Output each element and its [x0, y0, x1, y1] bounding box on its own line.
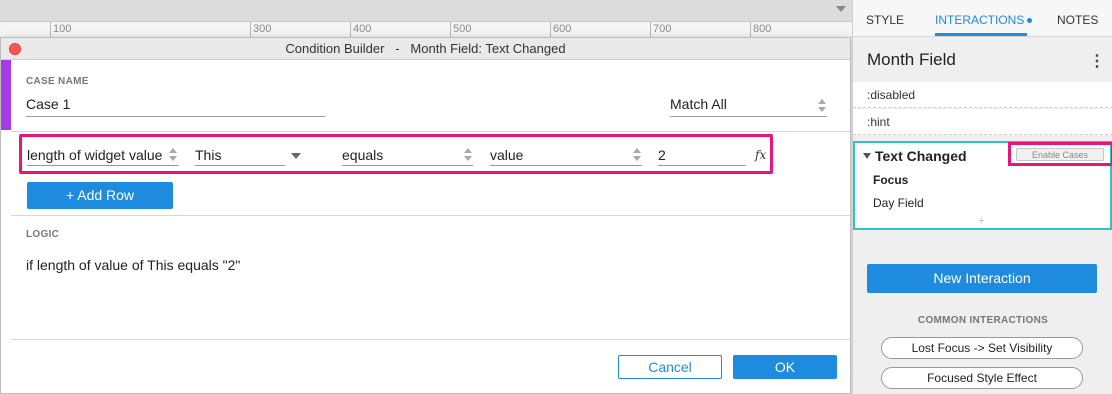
- state-label: :hint: [867, 115, 890, 129]
- state-row-disabled[interactable]: :disabled: [853, 82, 1112, 108]
- horizontal-ruler: 100 300 400 500 600 700 800: [0, 22, 852, 38]
- logic-label: LOGIC: [26, 229, 60, 240]
- enable-cases-button[interactable]: Enable Cases: [1016, 148, 1104, 161]
- close-window-button[interactable]: [9, 43, 21, 55]
- select-updown-icon: [169, 147, 177, 163]
- ruler-label: 300: [253, 23, 272, 35]
- ruler-label: 700: [653, 23, 672, 35]
- case-name-label: CASE NAME: [26, 76, 89, 87]
- enable-cases-highlight: Enable Cases: [1008, 142, 1112, 166]
- ruler-tick: [750, 22, 751, 37]
- interaction-text-changed: Text Changed Enable Cases Focus Day Fiel…: [853, 141, 1112, 230]
- condition-operator-select[interactable]: equals: [342, 146, 473, 166]
- more-options-icon[interactable]: ⋮: [1089, 51, 1105, 71]
- condition-type-value: value: [490, 147, 524, 163]
- condition-type-select[interactable]: value: [490, 146, 642, 166]
- collapse-triangle-icon[interactable]: [863, 153, 871, 159]
- condition-value-input[interactable]: 2: [658, 146, 746, 166]
- case-name-input[interactable]: Case 1: [26, 96, 325, 117]
- condition-row: length of widget value This equals value…: [19, 134, 773, 174]
- tab-style[interactable]: STYLE: [866, 13, 904, 27]
- divider: [11, 131, 850, 132]
- unsaved-dot-icon: [1027, 18, 1033, 24]
- fx-icon[interactable]: fx: [755, 148, 766, 162]
- ruler-label: 600: [553, 23, 572, 35]
- ruler-label: 400: [353, 23, 372, 35]
- condition-builder-dialog: Condition Builder - Month Field: Text Ch…: [0, 37, 851, 394]
- divider: [11, 339, 850, 340]
- state-label: :disabled: [867, 88, 916, 102]
- tab-notes[interactable]: NOTES: [1057, 13, 1098, 27]
- match-select[interactable]: Match All: [670, 96, 827, 117]
- ruler-tick: [550, 22, 551, 37]
- case-name-value: Case 1: [26, 96, 71, 112]
- condition-widget-select[interactable]: This: [195, 146, 285, 166]
- condition-operator-value: equals: [342, 147, 384, 163]
- dropdown-caret-icon: [291, 153, 301, 159]
- ok-button[interactable]: OK: [733, 355, 837, 379]
- select-updown-icon: [633, 147, 641, 163]
- dialog-titlebar: Condition Builder - Month Field: Text Ch…: [1, 38, 850, 60]
- case-accent-bar: [1, 60, 11, 130]
- panel-tabs: STYLE INTERACTIONS NOTES: [853, 0, 1112, 37]
- canvas-toolbar: [0, 0, 852, 22]
- common-interaction-button[interactable]: Focused Style Effect: [881, 367, 1083, 389]
- cancel-button[interactable]: Cancel: [618, 355, 722, 379]
- logic-text: if length of value of This equals "2": [26, 257, 241, 273]
- select-updown-icon: [464, 147, 472, 163]
- event-title[interactable]: Text Changed: [875, 148, 967, 164]
- state-row-hint[interactable]: :hint: [853, 109, 1112, 135]
- common-interaction-button[interactable]: Lost Focus -> Set Visibility: [881, 337, 1083, 359]
- cancel-label: Cancel: [648, 359, 692, 375]
- tab-interactions-label: INTERACTIONS: [935, 13, 1025, 27]
- match-select-value: Match All: [670, 96, 727, 112]
- add-row-label: + Add Row: [65, 187, 135, 203]
- new-interaction-label: New Interaction: [933, 270, 1031, 286]
- ruler-tick: [250, 22, 251, 37]
- ruler-label: 100: [53, 23, 72, 35]
- condition-value: 2: [658, 147, 666, 163]
- divider: [11, 215, 850, 216]
- tab-interactions[interactable]: INTERACTIONS: [935, 13, 1033, 27]
- ruler-label: 800: [753, 23, 772, 35]
- condition-widget-value: This: [195, 147, 222, 163]
- chevron-down-icon[interactable]: [836, 6, 846, 12]
- action-item[interactable]: Day Field: [873, 196, 924, 210]
- action-item[interactable]: Focus: [873, 173, 908, 187]
- common-interactions-label: COMMON INTERACTIONS: [917, 315, 1049, 326]
- add-action-icon[interactable]: +: [978, 215, 984, 227]
- new-interaction-button[interactable]: New Interaction: [867, 264, 1097, 293]
- ruler-tick: [50, 22, 51, 37]
- condition-target-select[interactable]: length of widget value: [27, 146, 179, 166]
- widget-name: Month Field: [867, 50, 956, 69]
- ok-label: OK: [774, 359, 796, 375]
- add-row-button[interactable]: + Add Row: [27, 182, 173, 209]
- ruler-tick: [650, 22, 651, 37]
- ruler-label: 500: [453, 23, 472, 35]
- ruler-tick: [450, 22, 451, 37]
- ruler-tick: [350, 22, 351, 37]
- active-tab-indicator: [935, 33, 1027, 36]
- condition-target-value: length of widget value: [27, 147, 163, 163]
- select-updown-icon: [818, 98, 826, 114]
- properties-panel: STYLE INTERACTIONS NOTES Month Field ⋮ :…: [852, 0, 1112, 394]
- common-interaction-label: Lost Focus -> Set Visibility: [911, 341, 1053, 355]
- dialog-title: Condition Builder - Month Field: Text Ch…: [285, 41, 566, 56]
- common-interaction-label: Focused Style Effect: [927, 371, 1037, 385]
